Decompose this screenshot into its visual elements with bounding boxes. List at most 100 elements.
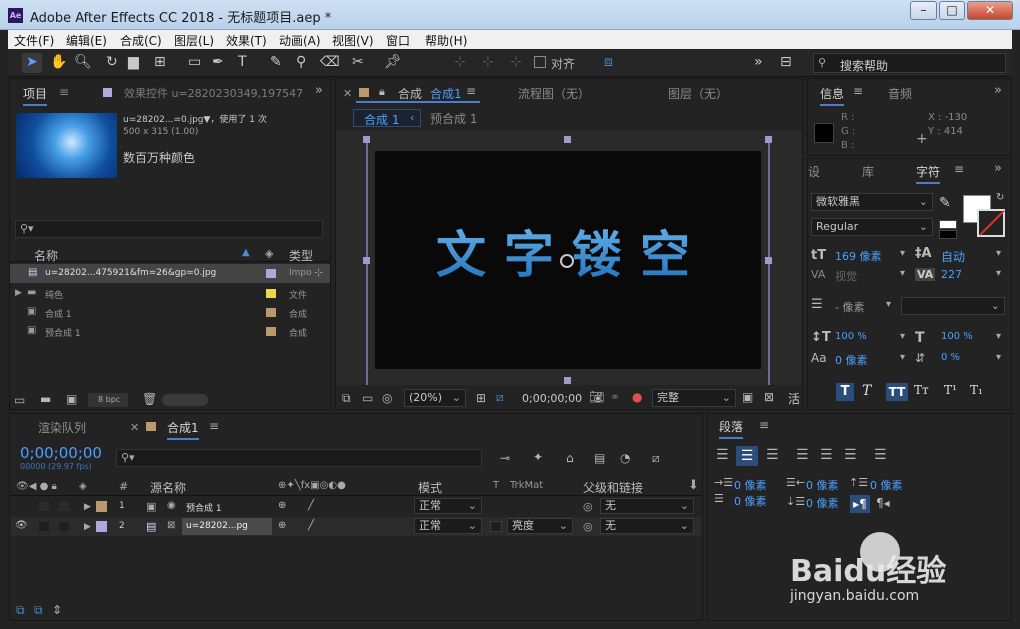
timeline-search-input[interactable]: ⚲▾	[116, 449, 482, 467]
fit-frame-icon[interactable]: ⊞	[476, 392, 486, 404]
graph-editor-icon[interactable]: ⧄	[652, 452, 660, 464]
new-folder-icon[interactable]: ▬	[40, 393, 51, 405]
align-center-icon[interactable]: ☰	[736, 446, 758, 466]
rotate-tool-icon[interactable]: ↻	[106, 54, 118, 70]
axis-view-icon[interactable]: ⊹	[510, 54, 522, 70]
panel-expand-icon[interactable]: »	[994, 161, 1002, 176]
solo-switch[interactable]	[39, 502, 49, 511]
swap-colors-icon[interactable]: ↻	[996, 192, 1004, 203]
visibility-eye-icon[interactable]: 👁︎	[15, 520, 28, 531]
transparency-icon[interactable]: ⊠	[764, 391, 774, 403]
viewer-text-layer[interactable]: 文字镂空	[436, 215, 708, 287]
character-tab-menu-icon[interactable]: ≡	[954, 162, 964, 176]
tab-info[interactable]: 信息	[820, 85, 845, 106]
menu-animation[interactable]: 动画(A)	[279, 32, 321, 49]
draft-3d-icon[interactable]: ✦	[533, 451, 543, 463]
project-row-solids[interactable]: ▶ ▬ 纯色 文件	[10, 284, 330, 303]
column-parent[interactable]: 父级和链接	[583, 479, 643, 496]
panel-expand-icon[interactable]: »	[315, 83, 323, 98]
chevron-down-icon[interactable]: ▾	[996, 352, 1001, 363]
menu-effect[interactable]: 效果(T)	[226, 32, 267, 49]
region-of-interest-icon[interactable]: ▣	[742, 391, 753, 403]
tab-timeline-comp1[interactable]: 合成1	[167, 419, 199, 440]
column-mode[interactable]: 模式	[418, 479, 442, 496]
chevron-down-icon[interactable]: ▾	[900, 248, 905, 259]
frame-blending-icon[interactable]: ▤	[594, 452, 605, 464]
layer-handle[interactable]	[564, 136, 571, 143]
layer-mode-dropdown[interactable]: 正常 ⌄	[414, 518, 482, 534]
zoom-tool-icon[interactable]: 🔍︎	[74, 54, 92, 70]
faux-bold-button[interactable]: T	[836, 383, 854, 401]
expand-arrow-icon[interactable]: ▶	[84, 522, 91, 532]
tab-audio[interactable]: 音频	[888, 85, 912, 102]
layer-handle[interactable]	[765, 136, 772, 143]
timeline-tab-menu-icon[interactable]: ≡	[209, 419, 219, 433]
maximize-button[interactable]: □	[939, 1, 965, 20]
bpc-button[interactable]: 8 bpc	[88, 393, 128, 407]
toggle-switches-icon[interactable]: ⧉	[16, 604, 25, 616]
indent-first-value[interactable]: 0 像素	[734, 493, 767, 509]
quality-switch-icon[interactable]: ╱	[308, 520, 314, 531]
menu-layer[interactable]: 图层(L)	[174, 32, 214, 49]
toggle-in-out-icon[interactable]: ⇕	[52, 604, 62, 616]
stroke-style-dropdown[interactable]: ⌄	[901, 297, 1005, 315]
paragraph-tab-menu-icon[interactable]: ≡	[759, 418, 769, 432]
layer-handle[interactable]	[564, 377, 571, 384]
column-type[interactable]: 类型	[289, 247, 313, 264]
justify-last-center-icon[interactable]: ☰	[820, 448, 833, 462]
comp-tab-menu-icon[interactable]: ≡	[466, 84, 476, 98]
tracking-value[interactable]: 227	[941, 268, 962, 281]
project-search-input[interactable]: ⚲▾	[15, 220, 323, 238]
rtl-direction-icon[interactable]: ¶◂	[876, 496, 890, 510]
anchor-point-icon[interactable]	[560, 254, 574, 268]
lock-switch[interactable]	[59, 522, 69, 531]
menu-file[interactable]: 文件(F)	[14, 32, 54, 49]
clone-stamp-tool-icon[interactable]: ⚲	[296, 54, 306, 70]
row-label-color[interactable]	[266, 269, 276, 278]
puppet-tool-icon[interactable]: 📌︎	[384, 54, 402, 70]
layer-name[interactable]: u=28202...pg	[186, 521, 248, 531]
label-column-icon[interactable]: ◈	[265, 247, 273, 260]
kerning-value[interactable]: 视觉	[835, 268, 857, 284]
color-channels-icon[interactable]: ●	[632, 391, 642, 403]
baseline-shift-value[interactable]: 0 像素	[835, 352, 868, 368]
indent-right-value[interactable]: 0 像素	[806, 477, 839, 493]
toggle-modes-icon[interactable]: ⧉	[34, 604, 43, 616]
snap-checkbox[interactable]	[534, 56, 546, 68]
tab-composition-active[interactable]: 合成1	[430, 85, 462, 102]
justify-last-left-icon[interactable]: ☰	[796, 448, 809, 462]
type-tool-icon[interactable]: T	[238, 54, 247, 70]
motion-blur-icon[interactable]: ◔	[620, 452, 630, 464]
layer-row-1[interactable]: ▶ 1 ▣ ◉ 预合成 1 ⊕ ╱ 正常 ⌄ ◎ 无 ⌄	[10, 497, 702, 516]
lock-icon[interactable]: 🔒︎	[379, 85, 385, 99]
project-row-image[interactable]: ▤ u=28202...475921&fm=26&gp=0.jpg Impo ⊹	[10, 264, 330, 283]
item-name[interactable]: u=28202...=0.jpg▼，使用了 1 次	[123, 112, 267, 125]
justify-last-right-icon[interactable]: ☰	[844, 448, 857, 462]
horizontal-scale-value[interactable]: 100 %	[941, 331, 973, 342]
font-style-dropdown[interactable]: Regular ⌄	[811, 218, 933, 236]
chevron-down-icon[interactable]: ▾	[996, 331, 1001, 342]
black-swatch[interactable]	[939, 230, 957, 239]
font-family-dropdown[interactable]: 微软雅黑 ⌄	[811, 193, 933, 211]
white-swatch[interactable]	[939, 220, 957, 229]
menu-edit[interactable]: 编辑(E)	[66, 32, 107, 49]
layer-parent-dropdown[interactable]: 无 ⌄	[600, 518, 694, 534]
comp-mini-flowchart-icon[interactable]: ⊸	[500, 452, 510, 464]
roto-brush-tool-icon[interactable]: ✂	[352, 54, 364, 70]
hand-tool-icon[interactable]: ✋	[50, 54, 67, 70]
rectangle-tool-icon[interactable]: ▭	[188, 54, 201, 70]
mask-visibility-icon[interactable]: ◎	[382, 392, 392, 404]
thumbnail-size-slider[interactable]	[162, 394, 208, 406]
chevron-down-icon[interactable]: ▾	[886, 299, 891, 310]
tab-character[interactable]: 字符	[916, 163, 941, 184]
chevron-down-icon[interactable]: ▾	[900, 352, 905, 363]
sort-ascending-icon[interactable]: ▲	[242, 247, 250, 258]
font-size-value[interactable]: 169 像素	[835, 248, 882, 264]
project-row-precomp1[interactable]: ▣ 预合成 1 合成	[10, 322, 330, 341]
small-caps-button[interactable]: Tт	[914, 383, 929, 397]
space-before-value[interactable]: 0 像素	[870, 477, 903, 493]
new-composition-icon[interactable]: ▣	[66, 393, 77, 405]
close-button[interactable]: ✕	[967, 1, 1013, 20]
row-label-color[interactable]	[266, 327, 276, 336]
delete-icon[interactable]: 🗑︎	[142, 393, 157, 405]
